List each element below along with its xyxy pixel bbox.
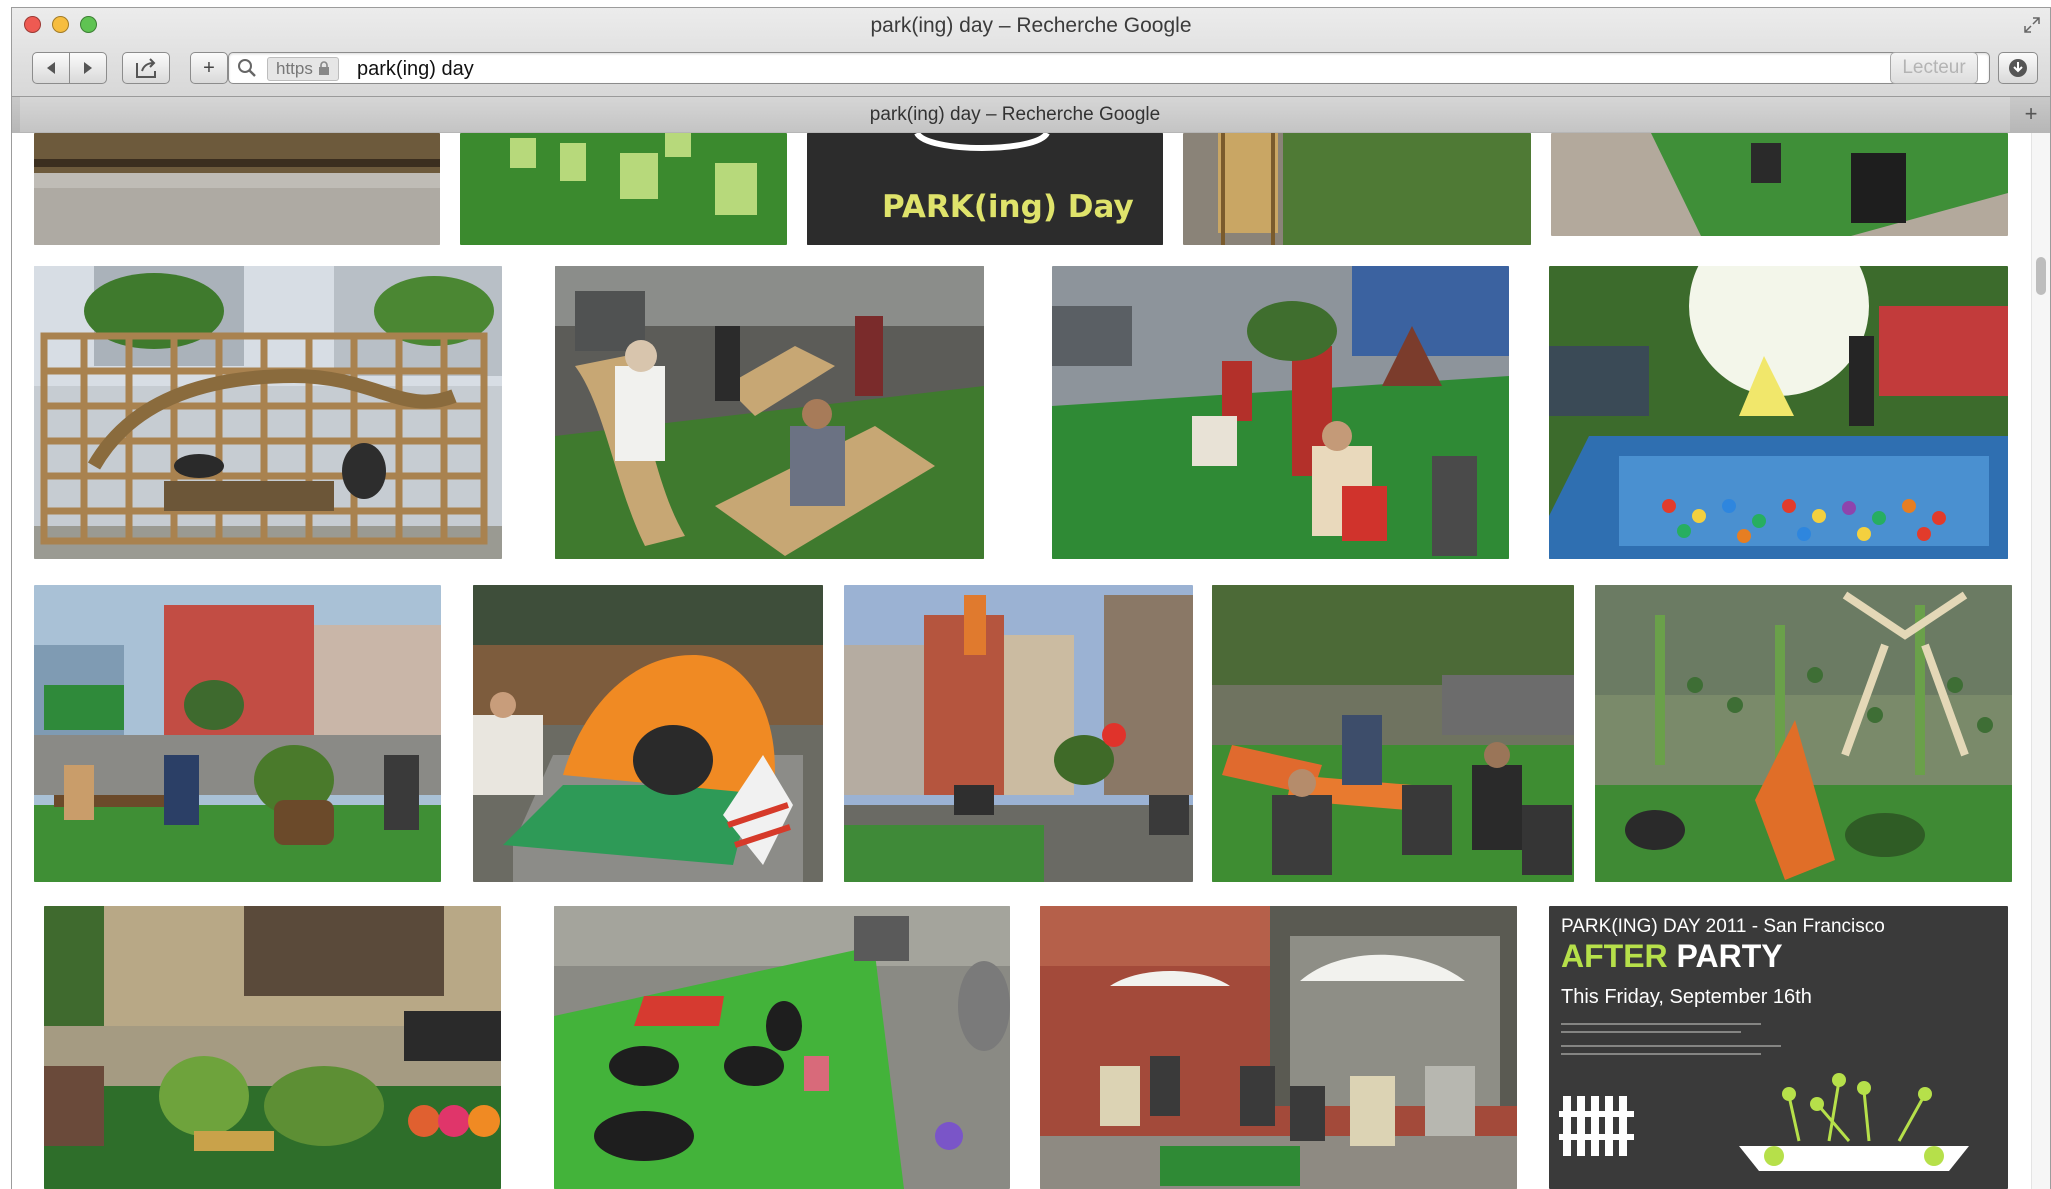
back-arrow-icon — [47, 62, 55, 74]
poster-after: AFTER — [1561, 938, 1668, 974]
poster-image-result[interactable]: PARK(ING) DAY 2011 - San Francisco AFTER… — [1549, 906, 2008, 1189]
image-result[interactable] — [844, 585, 1193, 882]
new-tab-button[interactable]: + — [2020, 103, 2042, 125]
poster-title: PARK(ING) DAY 2011 - San Francisco — [1561, 916, 1885, 937]
image-result[interactable] — [554, 906, 1010, 1189]
forward-arrow-icon — [84, 62, 92, 74]
lock-icon — [318, 61, 329, 75]
poster-date: This Friday, September 16th — [1561, 986, 1812, 1008]
image-result[interactable] — [460, 133, 787, 245]
image-result[interactable] — [1183, 133, 1531, 245]
https-badge: https — [267, 57, 339, 81]
image-result[interactable] — [1040, 906, 1517, 1189]
add-bookmark-button[interactable]: + — [190, 52, 228, 84]
search-icon — [238, 59, 256, 77]
protocol-label: https — [276, 59, 313, 78]
image-result[interactable] — [1551, 133, 2008, 236]
image-result[interactable] — [555, 266, 984, 559]
image-results-grid: PARK(ing) Day PARK(ING) DAY 2011 - San F… — [12, 133, 2032, 1189]
window-title: park(ing) day – Recherche Google — [870, 14, 1192, 37]
tab-active[interactable]: park(ing) day – Recherche Google — [20, 97, 2010, 132]
image-result[interactable] — [1595, 585, 2012, 882]
share-button[interactable] — [122, 52, 170, 84]
fullscreen-icon[interactable] — [2024, 17, 2040, 33]
image-result[interactable] — [473, 585, 823, 882]
logo-text: PARK(ing) Day — [882, 189, 1134, 225]
title-bar: park(ing) day – Recherche Google — [12, 8, 2050, 42]
image-result[interactable] — [1212, 585, 1574, 882]
image-result[interactable] — [34, 266, 502, 559]
image-result[interactable] — [34, 585, 441, 882]
reader-button[interactable]: Lecteur — [1890, 52, 1978, 84]
back-button[interactable] — [32, 52, 70, 84]
tab-bar: park(ing) day – Recherche Google + — [12, 96, 2050, 133]
browser-chrome: park(ing) day – Recherche Google + https… — [12, 8, 2050, 133]
toolbar: + https park(ing) day Lecteur — [12, 48, 2050, 92]
browser-window: park(ing) day – Recherche Google + https… — [12, 8, 2050, 1189]
image-result[interactable]: PARK(ing) Day — [807, 133, 1163, 245]
poster-illustration — [1559, 1023, 1969, 1171]
image-result[interactable] — [34, 133, 440, 245]
forward-button[interactable] — [69, 52, 107, 84]
scrollbar-thumb[interactable] — [2036, 257, 2046, 295]
share-icon — [136, 58, 156, 78]
poster-after-party: AFTER PARTY — [1561, 938, 1783, 975]
download-icon — [2009, 59, 2027, 77]
image-result[interactable] — [1052, 266, 1509, 559]
address-bar[interactable]: https park(ing) day — [228, 52, 1990, 84]
poster-party: PARTY — [1676, 938, 1783, 974]
image-result[interactable] — [1549, 266, 2008, 559]
downloads-button[interactable] — [1998, 52, 2038, 84]
url-text[interactable]: park(ing) day — [357, 57, 474, 81]
vertical-scrollbar[interactable] — [2031, 133, 2050, 1189]
image-result[interactable] — [44, 906, 501, 1189]
